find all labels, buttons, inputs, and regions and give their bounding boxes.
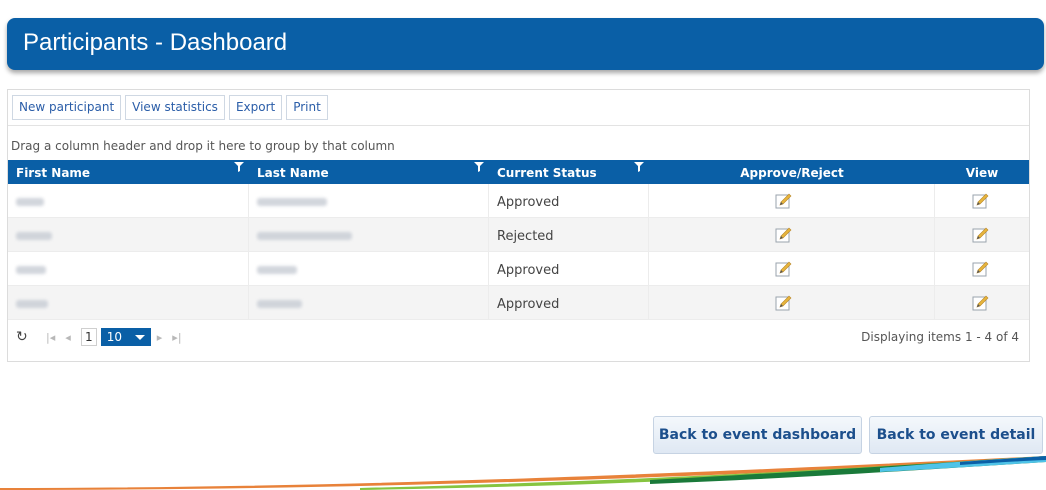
table-row: Approved [8,286,1029,320]
last-name-cell [249,286,489,319]
page-title: Participants - Dashboard [23,29,288,56]
first-name-cell [8,252,249,285]
export-button[interactable]: Export [228,95,283,120]
redacted-text [16,198,44,206]
pager-info: Displaying items 1 - 4 of 4 [861,330,1019,344]
footer-decoration [0,456,1046,490]
status-cell: Rejected [489,218,649,251]
first-name-cell [8,184,249,217]
redacted-text [16,266,46,274]
edit-icon[interactable] [775,260,793,278]
view-cell [935,286,1029,319]
approve-reject-cell [649,218,935,251]
column-header-label: Current Status [497,166,597,180]
chevron-down-icon [134,335,145,340]
edit-icon[interactable] [972,192,990,210]
column-header-label: First Name [16,166,91,180]
group-drop-area[interactable]: Drag a column header and drop it here to… [8,126,1029,160]
table-row: Rejected [8,218,1029,252]
view-cell [935,184,1029,217]
redacted-text [257,232,352,240]
redacted-text [16,232,52,240]
approve-reject-cell [649,184,935,217]
grid-toolbar: New participant View statistics Export P… [8,90,1029,126]
first-page-icon[interactable]: |◂ [46,331,55,344]
column-header-first-name[interactable]: First Name [8,160,249,184]
edit-icon[interactable] [972,226,990,244]
table-row: Approved [8,184,1029,218]
refresh-icon[interactable]: ↻ [16,329,32,345]
last-page-icon[interactable]: ▸| [172,331,181,344]
grid-header: First Name Last Name Current Status Appr… [8,160,1029,184]
view-cell [935,218,1029,251]
edit-icon[interactable] [972,294,990,312]
approve-reject-cell [649,252,935,285]
column-header-last-name[interactable]: Last Name [249,160,489,184]
filter-icon[interactable] [234,162,244,172]
column-header-label: Approve/Reject [740,166,844,180]
redacted-text [16,300,48,308]
first-name-cell [8,286,249,319]
page-size-select[interactable]: 10 [100,328,151,346]
page-size-value: 10 [106,330,123,344]
view-statistics-button[interactable]: View statistics [125,95,225,120]
prev-page-icon[interactable]: ◂ [65,331,71,344]
status-cell: Approved [489,252,649,285]
status-cell: Approved [489,286,649,319]
filter-icon[interactable] [474,162,484,172]
column-header-label: Last Name [257,166,329,180]
column-header-current-status[interactable]: Current Status [489,160,649,184]
next-page-icon[interactable]: ▸ [157,331,163,344]
redacted-text [257,300,302,308]
column-header-approve-reject: Approve/Reject [649,160,935,184]
edit-icon[interactable] [775,226,793,244]
edit-icon[interactable] [972,260,990,278]
last-name-cell [249,218,489,251]
last-name-cell [249,184,489,217]
column-header-view: View [935,160,1029,184]
grid-pager: ↻ |◂ ◂ 1 10 ▸ ▸| Displaying items 1 - 4 … [8,320,1029,354]
last-name-cell [249,252,489,285]
redacted-text [257,198,327,206]
new-participant-button[interactable]: New participant [12,95,122,120]
edit-icon[interactable] [775,192,793,210]
table-row: Approved [8,252,1029,286]
filter-icon[interactable] [634,162,644,172]
edit-icon[interactable] [775,294,793,312]
approve-reject-cell [649,286,935,319]
redacted-text [257,266,297,274]
participants-grid: New participant View statistics Export P… [7,89,1030,362]
current-page-number[interactable]: 1 [80,328,97,346]
status-cell: Approved [489,184,649,217]
view-cell [935,252,1029,285]
first-name-cell [8,218,249,251]
column-header-label: View [965,166,999,180]
title-bar: Participants - Dashboard [7,18,1044,70]
print-button[interactable]: Print [286,95,328,120]
